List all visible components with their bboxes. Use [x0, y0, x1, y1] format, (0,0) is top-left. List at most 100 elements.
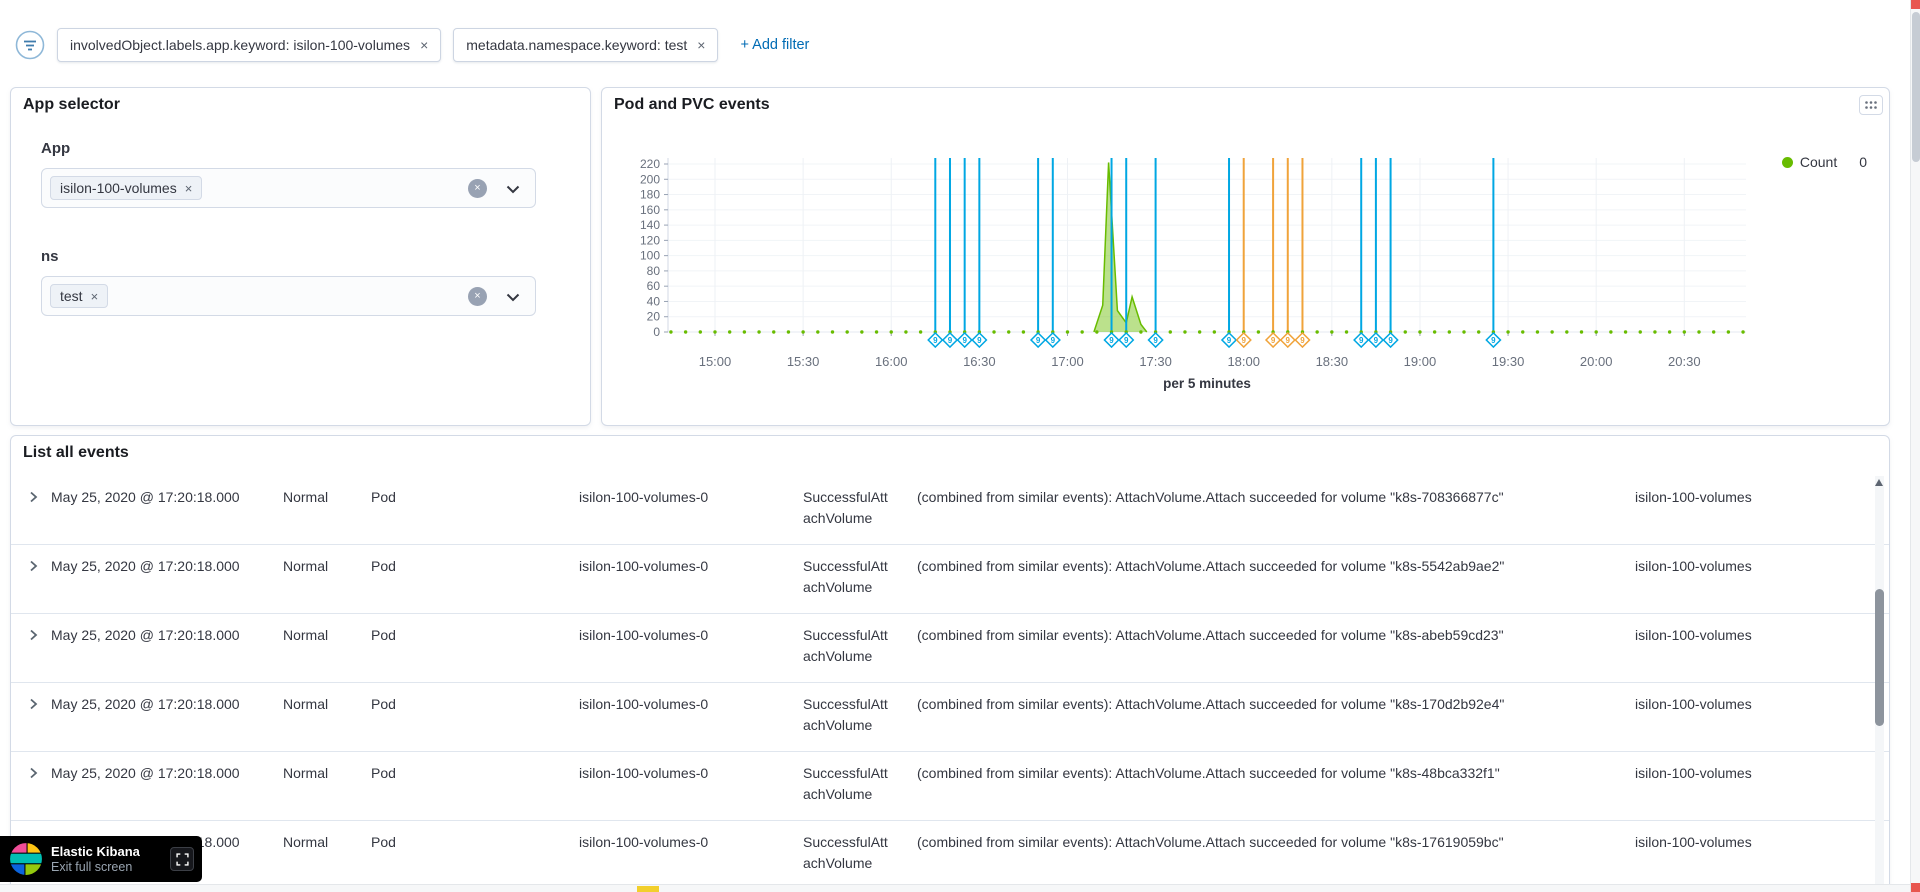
event-kind: Pod [371, 834, 396, 850]
table-row[interactable]: May 25, 2020 @ 17:20:18.000 Normal Pod i… [11, 545, 1889, 614]
event-source: isilon-100-volumes [1635, 834, 1752, 850]
event-kind: Pod [371, 696, 396, 712]
event-message: (combined from similar events): AttachVo… [917, 489, 1504, 505]
svg-text:200: 200 [640, 172, 660, 186]
event-object: isilon-100-volumes-0 [579, 489, 709, 505]
chevron-down-icon[interactable] [506, 185, 520, 194]
pod-pvc-events-panel: Pod and PVC events 0 20 40 60 80 100 120 140 160… [601, 87, 1890, 426]
table-row[interactable]: May 25, 2020 @ 17:20:18.000 Normal Pod i… [11, 614, 1889, 683]
event-timestamp: May 25, 2020 @ 17:20:18.000 [51, 558, 240, 574]
event-timestamp: May 25, 2020 @ 17:20:18.000 [51, 765, 240, 781]
event-object: isilon-100-volumes-0 [579, 834, 709, 850]
svg-text:9: 9 [1286, 336, 1291, 345]
table-row[interactable]: May 25, 2020 @ 17:20:18.000 Normal Pod i… [11, 752, 1889, 821]
event-message: (combined from similar events): AttachVo… [917, 558, 1505, 574]
remove-filter-icon[interactable]: × [697, 37, 705, 53]
event-reason: SuccessfulAttachVolume [803, 765, 888, 802]
svg-text:9: 9 [1227, 336, 1232, 345]
svg-text:16:30: 16:30 [963, 354, 996, 369]
exit-fullscreen-button[interactable] [170, 847, 194, 871]
clear-selection-button[interactable]: × [468, 179, 487, 198]
remove-filter-icon[interactable]: × [420, 37, 428, 53]
event-type: Normal [283, 627, 329, 643]
expand-row-icon[interactable] [25, 558, 41, 574]
expand-row-icon[interactable] [25, 765, 41, 781]
event-reason: SuccessfulAttachVolume [803, 489, 888, 526]
scroll-up-arrow-icon[interactable] [1875, 479, 1883, 486]
filter-pill-label: metadata.namespace.keyword: test [466, 37, 688, 53]
legend-series-label: Count [1799, 154, 1838, 170]
event-kind: Pod [371, 489, 396, 505]
add-filter-button[interactable]: + Add filter [740, 37, 809, 53]
table-scrollbar[interactable] [1875, 476, 1884, 892]
expand-row-icon[interactable] [25, 696, 41, 712]
clear-selection-button[interactable]: × [468, 287, 487, 306]
event-type: Normal [283, 696, 329, 712]
page-vertical-scrollbar[interactable] [1910, 0, 1920, 892]
svg-text:160: 160 [640, 203, 660, 217]
filter-bar: involvedObject.labels.app.keyword: isilo… [15, 28, 809, 62]
filter-pill-app[interactable]: involvedObject.labels.app.keyword: isilo… [57, 28, 442, 62]
event-message: (combined from similar events): AttachVo… [917, 627, 1504, 643]
svg-text:18:30: 18:30 [1316, 354, 1349, 369]
event-type: Normal [283, 558, 329, 574]
selected-app-tag[interactable]: isilon-100-volumes × [50, 176, 203, 200]
event-reason: SuccessfulAttachVolume [803, 627, 888, 664]
event-source: isilon-100-volumes [1635, 627, 1752, 643]
svg-text:19:00: 19:00 [1404, 354, 1437, 369]
svg-text:220: 220 [640, 157, 660, 171]
event-reason: SuccessfulAttachVolume [803, 834, 888, 871]
event-message: (combined from similar events): AttachVo… [917, 834, 1504, 850]
expand-row-icon[interactable] [25, 489, 41, 505]
event-timestamp: May 25, 2020 @ 17:20:18.000 [51, 627, 240, 643]
ns-field-label: ns [41, 248, 59, 265]
table-scrollbar-thumb[interactable] [1875, 589, 1884, 726]
svg-text:15:30: 15:30 [787, 354, 820, 369]
svg-text:17:00: 17:00 [1051, 354, 1084, 369]
svg-text:80: 80 [647, 264, 661, 278]
exit-fullscreen-icon [175, 852, 189, 866]
svg-text:9: 9 [948, 336, 953, 345]
svg-text:9: 9 [1388, 336, 1393, 345]
legend-series-value: 0 [1859, 154, 1867, 170]
chevron-down-icon[interactable] [506, 293, 520, 302]
event-source: isilon-100-volumes [1635, 765, 1752, 781]
elastic-logo [10, 843, 42, 875]
svg-text:15:00: 15:00 [699, 354, 732, 369]
svg-text:17:30: 17:30 [1139, 354, 1172, 369]
app-selector-panel: App selector App isilon-100-volumes × × … [10, 87, 591, 426]
filter-options-button[interactable] [15, 30, 45, 60]
ns-combobox[interactable]: test × × [41, 276, 536, 316]
table-row[interactable]: May 25, 2020 @ 17:20:18.000 Normal Pod i… [11, 476, 1889, 545]
expand-row-icon[interactable] [25, 627, 41, 643]
app-selector-title: App selector [23, 96, 120, 113]
svg-text:20:00: 20:00 [1580, 354, 1613, 369]
chart-legend[interactable]: Count 0 [1781, 154, 1867, 170]
kibana-dashboard-fullscreen: involvedObject.labels.app.keyword: isilo… [0, 0, 1920, 892]
svg-text:16:00: 16:00 [875, 354, 908, 369]
page-scrollbar-thumb[interactable] [1912, 12, 1920, 162]
remove-tag-icon[interactable]: × [91, 289, 99, 304]
event-timestamp: May 25, 2020 @ 17:20:18.000 [51, 696, 240, 712]
filter-pill-namespace[interactable]: metadata.namespace.keyword: test × [453, 28, 719, 62]
svg-text:9: 9 [1124, 336, 1129, 345]
event-reason: SuccessfulAttachVolume [803, 558, 888, 595]
page-horizontal-scrollbar[interactable] [0, 884, 1910, 892]
exit-fullscreen-label: Exit full screen [51, 859, 133, 874]
svg-text:140: 140 [640, 218, 660, 232]
app-combobox[interactable]: isilon-100-volumes × × [41, 168, 536, 208]
svg-text:19:30: 19:30 [1492, 354, 1525, 369]
event-kind: Pod [371, 627, 396, 643]
legend-color-dot [1781, 156, 1793, 168]
svg-text:0: 0 [653, 325, 660, 339]
svg-text:9: 9 [1051, 336, 1056, 345]
events-chart: 020 406080100 120140160180 200220 15:00 15:30… [640, 157, 1746, 391]
table-row[interactable]: May 25, 2020 @ 17:20:18.000 Normal Pod i… [11, 683, 1889, 752]
event-type: Normal [283, 489, 329, 505]
exit-fullscreen-overlay[interactable]: Elastic Kibana Exit full screen [0, 836, 202, 882]
selected-ns-tag[interactable]: test × [50, 284, 109, 308]
table-row[interactable]: May 25, 2020 @ 17:20:18.000 Normal Pod i… [11, 821, 1889, 890]
svg-text:9: 9 [933, 336, 938, 345]
event-type: Normal [283, 765, 329, 781]
remove-tag-icon[interactable]: × [185, 181, 193, 196]
